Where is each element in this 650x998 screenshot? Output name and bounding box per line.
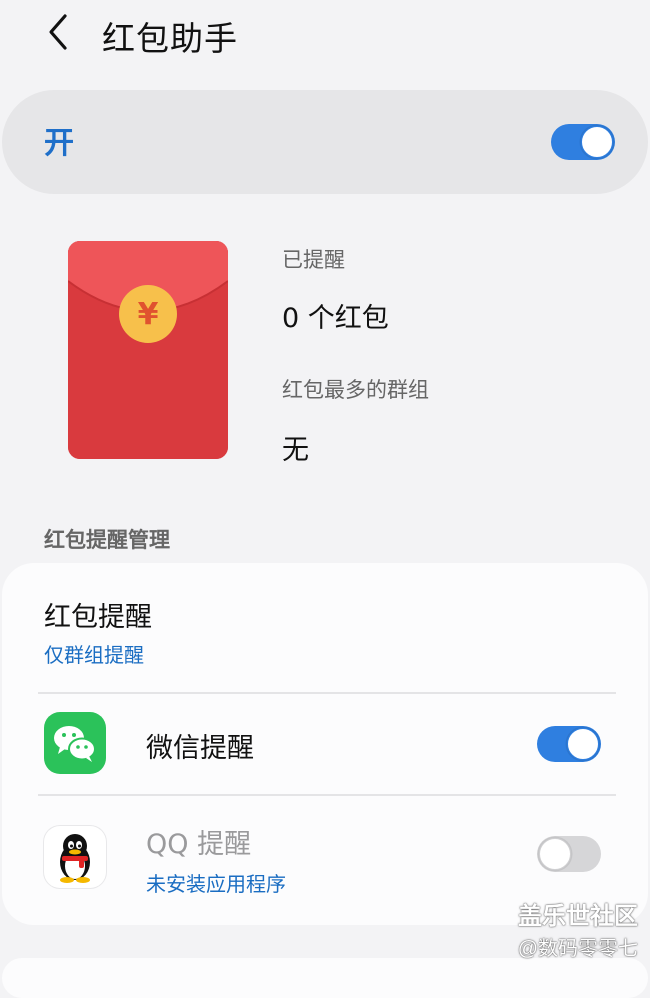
wechat-toggle[interactable] (537, 726, 601, 762)
qq-icon (44, 826, 106, 888)
master-switch-label: 开 (44, 126, 74, 161)
red-envelope-icon (68, 241, 228, 459)
qq-reminder-subtitle: 未安装应用程序 (146, 872, 286, 896)
qq-toggle[interactable] (537, 836, 601, 872)
watermark-title: 盖乐世社区 (518, 903, 638, 930)
master-toggle[interactable] (551, 124, 615, 160)
qq-reminder-title: QQ 提醒 (146, 829, 252, 860)
reminded-label: 已提醒 (282, 248, 345, 272)
toggle-knob (539, 838, 571, 870)
reminder-mode-row[interactable]: 红包提醒 仅群组提醒 (2, 563, 648, 691)
top-group-label: 红包最多的群组 (282, 378, 429, 402)
section-title: 红包提醒管理 (44, 528, 170, 552)
watermark-handle: @数码零零七 (517, 938, 638, 960)
next-card (2, 958, 648, 998)
wechat-icon (44, 712, 106, 774)
back-button[interactable] (36, 10, 80, 54)
wechat-reminder-title: 微信提醒 (146, 733, 254, 764)
chevron-left-icon (49, 14, 67, 50)
red-envelope-illustration: ¥ (68, 241, 228, 459)
reminded-count: 0 个红包 (282, 303, 389, 334)
toggle-knob (567, 728, 599, 760)
coin-symbol: ¥ (137, 296, 159, 332)
wechat-reminder-row[interactable]: 微信提醒 (2, 694, 648, 794)
reminder-mode-subtitle: 仅群组提醒 (44, 643, 144, 667)
reminder-mode-title: 红包提醒 (44, 602, 152, 633)
page-title: 红包助手 (102, 19, 238, 58)
toggle-knob (581, 126, 613, 158)
app-header: 红包助手 (0, 0, 650, 80)
settings-card: 红包提醒 仅群组提醒 微信提醒 QQ 提醒 未安装应用程序 (2, 563, 648, 925)
coin-icon: ¥ (119, 285, 177, 343)
top-group-value: 无 (282, 435, 309, 466)
master-switch-row[interactable]: 开 (2, 90, 648, 194)
